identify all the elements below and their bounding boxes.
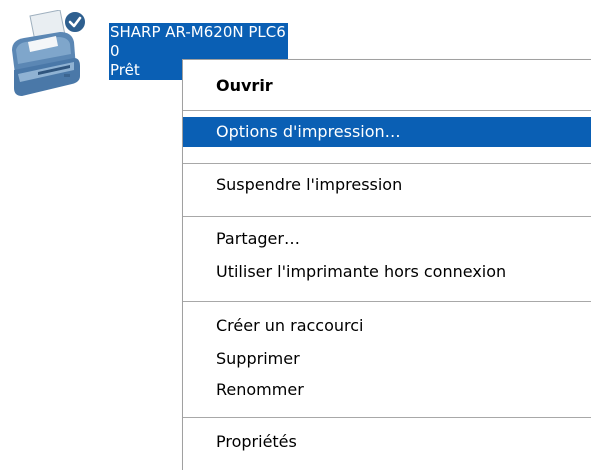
menu-separator <box>183 163 591 164</box>
menu-item-properties[interactable]: Propriétés <box>183 427 591 457</box>
printer-jobs-count: 0 <box>110 42 120 60</box>
menu-item-create-shortcut[interactable]: Créer un raccourci <box>183 311 591 341</box>
menu-item-pause-printing[interactable]: Suspendre l'impression <box>183 170 591 200</box>
checkmark-badge-icon <box>68 16 82 28</box>
menu-item-print-options[interactable]: Options d'impression… <box>183 117 591 147</box>
menu-item-delete[interactable]: Supprimer <box>183 344 591 374</box>
menu-separator <box>183 301 591 302</box>
menu-separator <box>183 417 591 418</box>
default-printer-badge <box>64 11 86 33</box>
context-menu: Ouvrir Options d'impression… Suspendre l… <box>182 59 591 470</box>
printer-name: SHARP AR-M620N PLC6 <box>110 23 286 41</box>
menu-item-use-offline[interactable]: Utiliser l'imprimante hors connexion <box>183 257 591 287</box>
menu-item-rename[interactable]: Renommer <box>183 375 591 405</box>
menu-separator <box>183 216 591 217</box>
printer-status: Prêt <box>110 61 140 79</box>
menu-item-open[interactable]: Ouvrir <box>183 71 591 101</box>
menu-item-share[interactable]: Partager… <box>183 224 591 254</box>
menu-separator <box>183 110 591 111</box>
